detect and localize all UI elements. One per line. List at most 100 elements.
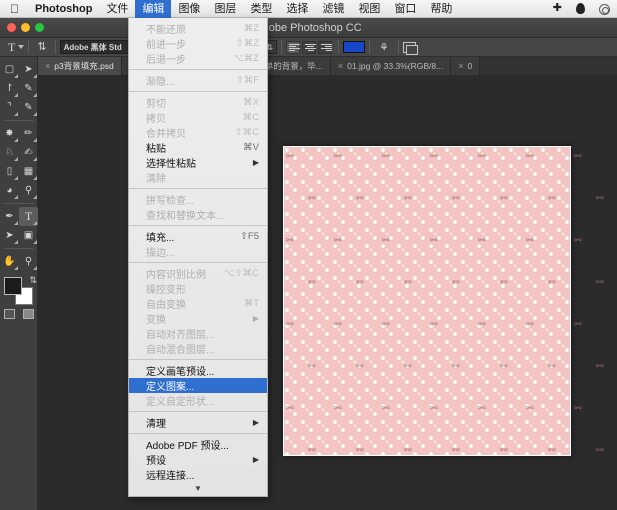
menu-item-select[interactable]: 选择 (279, 0, 315, 18)
foreground-color-swatch[interactable] (4, 277, 22, 295)
menu-item-label: 变换 (146, 315, 166, 326)
menu-item-view[interactable]: 视图 (351, 0, 387, 18)
menu-item-填充[interactable]: 填充... ⇧F5 (129, 229, 267, 244)
menu-item-layer[interactable]: 图层 (207, 0, 243, 18)
blur-tool[interactable]: ◕ (0, 181, 19, 200)
menu-item-Adobe PDF 预设[interactable]: Adobe PDF 预设... (129, 437, 267, 452)
pattern-bow-icon: ⚯ (500, 278, 508, 288)
menu-item-内容识别比例: 内容识别比例 ⌥⇧⌘C (129, 266, 267, 281)
close-icon[interactable]: × (45, 61, 50, 71)
menu-item-help[interactable]: 帮助 (423, 0, 459, 18)
document-canvas[interactable]: ⚯ ⚯ ⚯ ⚯ ⚯ ⚯ ⚯ ⚯ ⚯ ⚯ ⚯ ⚯ ⚯ ⚯ ⚯ ⚯ ⚯ ⚯ ⚯ ⚯ ⚯ ⚯ ⚯ ⚯ ⚯ ⚯ ⚯ ⚯ ⚯ ⚯ ⚯ ⚯ ⚯ ⚯ ⚯ ⚯ ⚯ ⚯ ⚯ ⚯… (283, 146, 604, 456)
align-center-button[interactable] (301, 40, 316, 54)
swap-colors-icon[interactable]: ⇅ (29, 275, 37, 286)
screen-mode-icon[interactable] (23, 309, 34, 319)
submenu-arrow-icon: ▶ (252, 314, 259, 323)
hand-tool[interactable]: ✋ (0, 252, 19, 271)
tool-preset-chevron-down-icon[interactable] (18, 45, 25, 49)
close-icon[interactable]: × (338, 61, 343, 71)
pattern-bow-icon: ⚯ (526, 236, 534, 246)
qq-icon[interactable] (569, 2, 592, 16)
menu-item-shortcut: ⇧⌘Z (235, 38, 259, 49)
canvas-stage[interactable]: ⚯ ⚯ ⚯ ⚯ ⚯ ⚯ ⚯ ⚯ ⚯ ⚯ ⚯ ⚯ ⚯ ⚯ ⚯ ⚯ ⚯ ⚯ ⚯ ⚯ ⚯ ⚯ ⚯ ⚯ ⚯ ⚯ ⚯ ⚯ ⚯ ⚯ ⚯ ⚯ ⚯ ⚯ ⚯ ⚯ ⚯ ⚯ ⚯ ⚯… (38, 75, 617, 510)
menu-item-label: 拷贝 (146, 114, 166, 125)
align-right-button[interactable] (317, 40, 332, 54)
menu-item-file[interactable]: 文件 (99, 0, 135, 18)
brush-tool[interactable]: ✏ (19, 124, 38, 143)
type-tool-indicator-icon[interactable]: T (0, 40, 18, 55)
document-tab-4[interactable]: × 0 (451, 57, 481, 75)
pattern-bow-icon: ⚯ (404, 194, 412, 204)
document-tab-1[interactable]: × p3背景填充.psd (38, 57, 122, 75)
pattern-bow-icon: ⚯ (356, 446, 364, 456)
clone-stamp-tool[interactable]: ♘ (0, 143, 19, 162)
menu-item-label: 操控变形 (146, 285, 186, 296)
document-tab-3[interactable]: × 01.jpg @ 33.3%(RGB/8... (330, 57, 452, 75)
menu-item-label: 后退一步 (146, 55, 186, 66)
toggle-panels-icon[interactable] (402, 41, 418, 55)
pattern-bow-icon: ⚯ (500, 362, 508, 372)
edit-dropdown-menu[interactable]: 不能还原 ⌘Z 前进一步 ⇧⌘Z 后退一步 ⌥⌘Z 渐隐... ⇧⌘F 剪切 ⌘X 拷贝 ⌘C 合并拷贝… (128, 18, 268, 497)
menu-item-自由变换: 自由变换 ⌘T (129, 296, 267, 311)
menu-item-预设[interactable]: 预设 ▶ (129, 452, 267, 467)
menu-item-定义图案[interactable]: 定义图案... (129, 378, 267, 393)
menu-item-shortcut: ⌥⌘Z (232, 53, 259, 64)
menu-item-image[interactable]: 图像 (171, 0, 207, 18)
menu-item-type[interactable]: 类型 (243, 0, 279, 18)
eyedropper-tool[interactable]: ✎ (19, 98, 38, 117)
crop-tool[interactable]: ⌝ (0, 98, 19, 117)
text-orientation-icon[interactable]: ⇅ (33, 41, 50, 53)
submenu-arrow-icon: ▶ (252, 455, 259, 464)
menu-item-定义自定形状: 定义自定形状... (129, 393, 267, 408)
pattern-bow-icon: ⚯ (430, 320, 438, 330)
lasso-tool[interactable]: ↾ (0, 79, 19, 98)
eraser-tool[interactable]: ▯ (0, 162, 19, 181)
rectangle-tool[interactable]: ▣ (19, 226, 38, 245)
menu-item-选择性粘贴[interactable]: 选择性粘贴 ▶ (129, 155, 267, 170)
menu-separator (129, 91, 267, 92)
menu-item-filter[interactable]: 滤镜 (315, 0, 351, 18)
pen-tool[interactable]: ✒ (0, 207, 19, 226)
menu-separator (129, 411, 267, 412)
pattern-bow-icon: ⚯ (334, 152, 342, 162)
menu-scroll-down-icon[interactable]: ▼ (129, 482, 267, 494)
move-tool[interactable]: ➤ (19, 60, 38, 79)
type-tool[interactable]: T (19, 207, 38, 226)
apple-icon[interactable]:  (0, 3, 28, 15)
menu-separator (129, 188, 267, 189)
menu-item-定义画笔预设[interactable]: 定义画笔预设... (129, 363, 267, 378)
menu-item-粘贴[interactable]: 粘贴 ⌘V (129, 140, 267, 155)
menu-item-描边: 描边... (129, 244, 267, 259)
quick-selection-tool[interactable]: ✎ (19, 79, 38, 98)
history-brush-tool[interactable]: ✍ (19, 143, 38, 162)
path-selection-tool[interactable]: ➤ (0, 226, 19, 245)
menu-app-name[interactable]: Photoshop (28, 0, 99, 18)
menu-item-自动对齐图层: 自动对齐图层... (129, 326, 267, 341)
divider (4, 203, 34, 204)
menu-item-远程连接[interactable]: 远程连接... (129, 467, 267, 482)
marquee-tool[interactable]: ▢ (0, 60, 19, 79)
quick-mask-icon[interactable] (4, 309, 15, 319)
divider (280, 40, 282, 54)
pattern-bow-icon: ⚯ (574, 236, 582, 246)
gradient-tool[interactable]: ▦ (19, 162, 38, 181)
close-icon[interactable]: × (458, 61, 463, 71)
menu-item-window[interactable]: 窗口 (387, 0, 423, 18)
pattern-bow-icon: ⚯ (334, 236, 342, 246)
spot-healing-tool[interactable]: ✸ (0, 124, 19, 143)
eye-icon[interactable] (592, 2, 617, 16)
plus-icon[interactable]: ✚ (546, 3, 569, 14)
pattern-bow-icon: ⚯ (286, 236, 294, 246)
menu-item-edit[interactable]: 编辑 (135, 0, 172, 18)
text-color-swatch[interactable] (342, 41, 365, 53)
dodge-tool[interactable]: ⚲ (19, 181, 38, 200)
menu-item-清理[interactable]: 清理 ▶ (129, 415, 267, 430)
font-family-input[interactable]: Adobe 黑体 Std (59, 40, 138, 54)
pattern-bow-icon: ⚯ (596, 194, 604, 204)
warp-text-icon[interactable]: ⚘ (374, 41, 394, 54)
divider (337, 40, 339, 54)
align-left-button[interactable] (285, 40, 300, 54)
menu-item-label: 选择性粘贴 (146, 159, 196, 170)
zoom-tool[interactable]: ⚲ (19, 252, 38, 271)
pattern-bow-icon: ⚯ (286, 320, 294, 330)
